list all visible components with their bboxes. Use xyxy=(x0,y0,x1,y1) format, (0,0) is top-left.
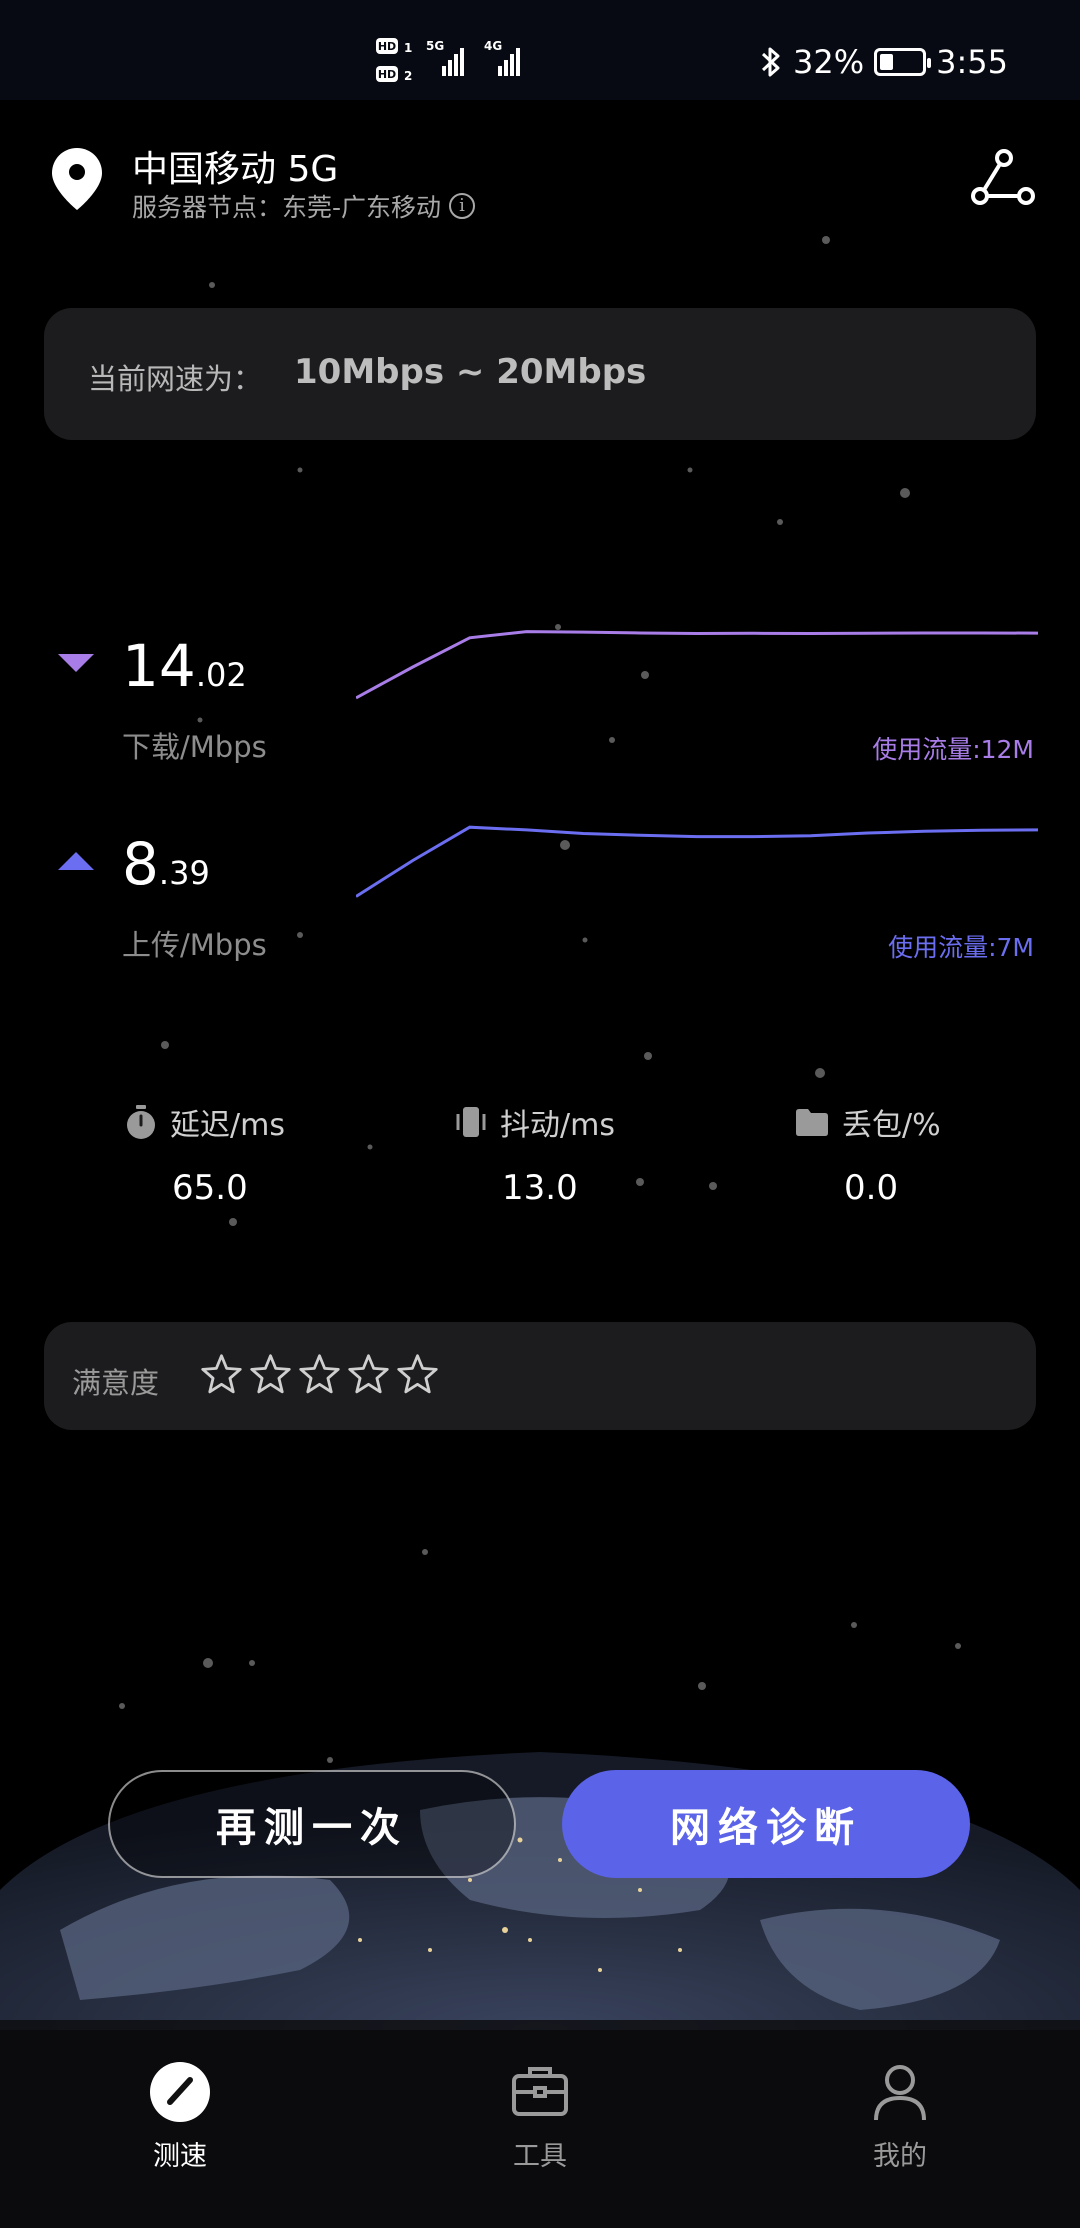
svg-text:2: 2 xyxy=(404,69,412,83)
jitter-label-text: 抖动/ms xyxy=(500,1108,615,1143)
packet-loss-label-text: 丢包/% xyxy=(842,1108,941,1143)
bluetooth-icon xyxy=(761,47,780,77)
svg-text:1: 1 xyxy=(404,41,412,55)
latency-value: 65.0 xyxy=(172,1168,248,1208)
packet-loss-value: 0.0 xyxy=(844,1168,899,1208)
star-icon[interactable] xyxy=(346,1352,391,1397)
jitter-label: 抖动/ms xyxy=(454,1100,615,1144)
svg-text:5G: 5G xyxy=(426,39,444,53)
download-usage: 使用流量:12M xyxy=(872,735,1034,764)
server-node-text: 服务器节点：东莞-广东移动 xyxy=(132,193,442,222)
star-icon[interactable] xyxy=(248,1352,293,1397)
nav-tab-mine[interactable]: 我的 xyxy=(820,2060,980,2173)
toolbox-icon xyxy=(512,2067,568,2116)
battery-icon xyxy=(874,48,932,76)
star-icon[interactable] xyxy=(297,1352,342,1397)
download-line xyxy=(356,630,1038,700)
retest-button[interactable]: 再测一次 xyxy=(108,1770,516,1878)
download-speed-int: 14 xyxy=(122,632,196,700)
location-pin-icon xyxy=(52,148,102,210)
clock: 3:55 xyxy=(936,43,1008,81)
status-right: 32% 3:55 xyxy=(759,40,1008,84)
nav-label-tools: 工具 xyxy=(513,2141,567,2172)
speed-range-value: 10Mbps ~ 20Mbps xyxy=(294,352,647,392)
server-node: 服务器节点：东莞-广东移动 i xyxy=(132,188,476,224)
timer-icon xyxy=(127,1105,155,1139)
upload-unit: 上传/Mbps xyxy=(122,928,267,962)
signal-icon: HD 1 HD 2 5G 4G xyxy=(376,38,520,83)
star-icon[interactable] xyxy=(199,1352,244,1397)
speed-range-label: 当前网速为： xyxy=(88,362,263,396)
download-arrow-icon xyxy=(58,654,94,672)
nav-label-speedtest: 测速 xyxy=(153,2141,207,2172)
battery-percent: 32% xyxy=(793,43,865,81)
info-icon[interactable]: i xyxy=(449,193,476,219)
svg-text:HD: HD xyxy=(378,40,396,53)
speed-range-card: 当前网速为： 10Mbps ~ 20Mbps xyxy=(44,308,1036,440)
download-speed-dec: .02 xyxy=(195,656,247,694)
packet-loss-label: 丢包/% xyxy=(794,1100,941,1144)
speedometer-icon xyxy=(150,2062,210,2122)
nav-tab-speedtest[interactable]: 测速 xyxy=(100,2060,260,2173)
star-rating xyxy=(199,1352,440,1397)
star-icon[interactable] xyxy=(395,1352,440,1397)
vibration-icon xyxy=(456,1107,486,1137)
network-diagnose-button[interactable]: 网络诊断 xyxy=(562,1770,970,1878)
status-bar: HD 1 HD 2 5G 4G 32% 3:55 xyxy=(0,0,1080,100)
download-speed: 14.02 xyxy=(122,632,247,700)
route-icon[interactable] xyxy=(970,148,1036,208)
upload-speed: 8.39 xyxy=(122,830,210,898)
carrier-name: 中国移动 5G xyxy=(132,149,339,190)
download-chart xyxy=(356,630,1038,700)
upload-speed-dec: .39 xyxy=(158,854,210,892)
folder-icon xyxy=(796,1109,828,1136)
jitter-value: 13.0 xyxy=(502,1168,578,1208)
latency-label: 延迟/ms xyxy=(124,1100,285,1144)
speedtest-screen: HD 1 HD 2 5G 4G 32% 3:55 中国移动 5G 服务器节点：东… xyxy=(0,0,1080,2228)
latency-label-text: 延迟/ms xyxy=(170,1108,285,1143)
upload-usage: 使用流量:7M xyxy=(888,933,1034,962)
svg-text:4G: 4G xyxy=(484,39,502,53)
bottom-nav: 测速 工具 我的 xyxy=(0,2020,1080,2228)
nav-label-mine: 我的 xyxy=(873,2141,927,2172)
svg-text:HD: HD xyxy=(378,68,396,81)
upload-speed-int: 8 xyxy=(122,830,159,898)
download-unit: 下载/Mbps xyxy=(122,730,267,764)
upload-chart xyxy=(356,825,1038,898)
satisfaction-card: 满意度 xyxy=(44,1322,1036,1430)
user-icon xyxy=(874,2065,926,2121)
upload-arrow-icon xyxy=(58,852,94,870)
satisfaction-label: 满意度 xyxy=(72,1366,160,1400)
nav-tab-tools[interactable]: 工具 xyxy=(460,2060,620,2173)
upload-line xyxy=(356,825,1038,898)
